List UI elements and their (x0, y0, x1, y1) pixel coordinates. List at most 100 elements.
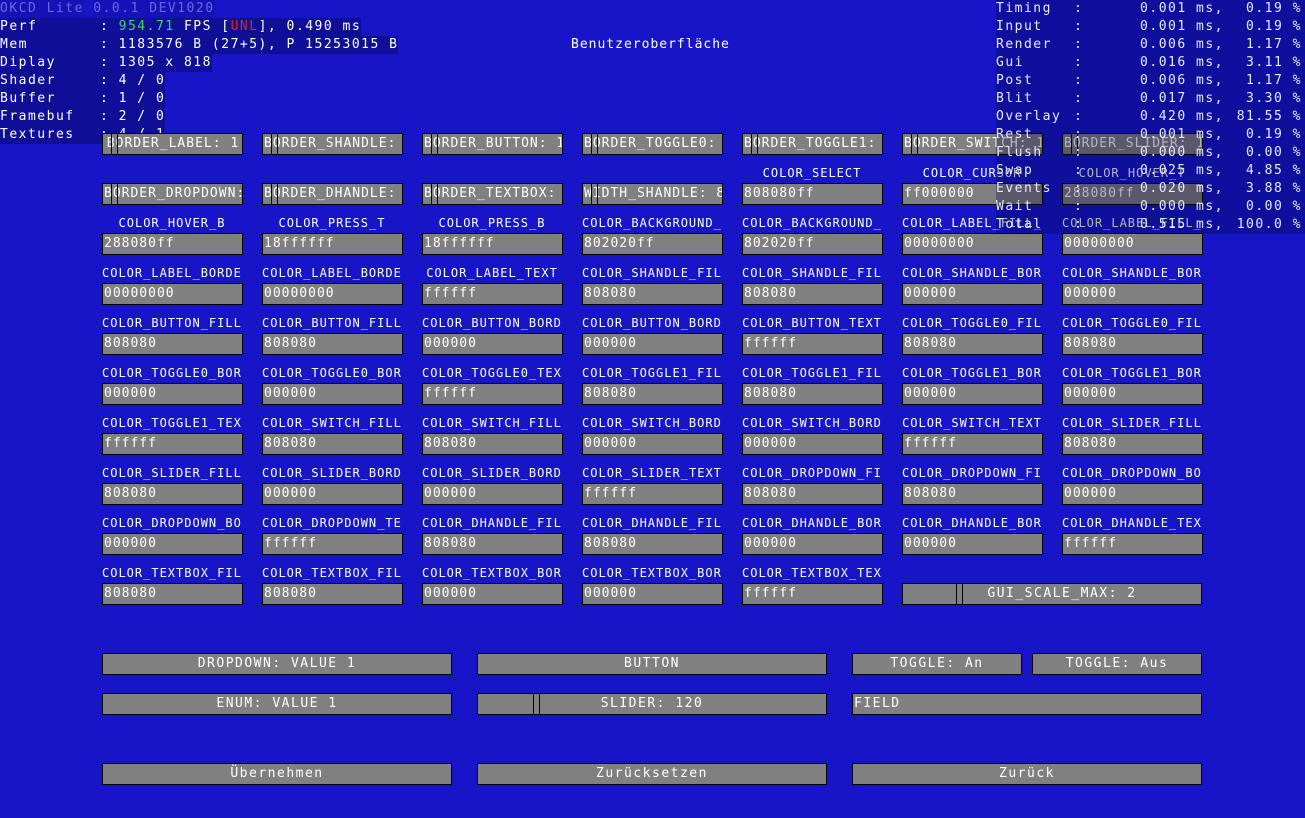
demo-slider[interactable]: SLIDER: 120 (477, 693, 827, 715)
setting-label: COLOR_BACKGROUND_B (742, 216, 882, 230)
setting-color-field[interactable]: 000000 (902, 283, 1043, 305)
setting-color-field[interactable]: 000000 (902, 383, 1043, 405)
slider-handle[interactable] (956, 584, 963, 604)
slider-handle[interactable] (271, 134, 278, 154)
setting-color-field[interactable]: 000000 (582, 583, 723, 605)
setting-color-field[interactable]: 808080 (262, 433, 403, 455)
timing-row: Timing: 0.001 ms, 0.19 % (996, 0, 1305, 18)
setting-color-field[interactable]: 00000000 (902, 233, 1043, 255)
setting-color-field[interactable]: 808080 (102, 483, 243, 505)
dropdown[interactable]: DROPDOWN: VALUE 1 (102, 653, 452, 675)
toggle-on[interactable]: TOGGLE: An (852, 653, 1022, 675)
setting-color-field[interactable]: ffffff (902, 433, 1043, 455)
setting-color-field[interactable]: 000000 (1062, 283, 1203, 305)
setting-slider[interactable]: BORDER_BUTTON: 1 (422, 133, 563, 155)
slider-handle[interactable] (911, 134, 918, 154)
slider-handle[interactable] (431, 184, 438, 204)
setting-color-field[interactable]: 000000 (422, 333, 563, 355)
toggle-off[interactable]: TOGGLE: Aus (1032, 653, 1202, 675)
setting-color-field[interactable]: 802020ff (582, 233, 723, 255)
setting-color-field[interactable]: 808080ff (742, 183, 883, 205)
setting-color-field[interactable]: 288080ff (102, 233, 243, 255)
setting-color-field[interactable]: 808080 (742, 383, 883, 405)
enum-selector[interactable]: ENUM: VALUE 1 (102, 693, 452, 715)
setting-slider[interactable]: BORDER_TEXTBOX: 1 (422, 183, 563, 205)
slider-handle[interactable] (533, 694, 540, 714)
setting-color-field[interactable]: 000000 (422, 583, 563, 605)
setting-color-field[interactable]: 000000 (102, 383, 243, 405)
setting-color-field[interactable]: 808080 (262, 583, 403, 605)
setting-color-field[interactable]: 808080 (1062, 433, 1203, 455)
timing-pct: 3.88 % (1246, 181, 1302, 196)
slider-handle[interactable] (431, 134, 438, 154)
setting-label: COLOR_SELECT (762, 166, 862, 180)
setting-color-field[interactable]: 808080 (262, 333, 403, 355)
back-button[interactable]: Zurück (852, 763, 1202, 785)
setting-color-field[interactable]: 000000 (742, 533, 883, 555)
setting-color-field[interactable]: 000000 (262, 383, 403, 405)
setting-color-field[interactable]: 808080 (102, 583, 243, 605)
setting-color-field[interactable]: 808080 (742, 483, 883, 505)
setting-slider[interactable]: BORDER_TOGGLE1: 1 (742, 133, 883, 155)
setting-color-field[interactable]: 808080 (742, 283, 883, 305)
setting-color-field[interactable]: 000000 (742, 433, 883, 455)
setting-color-field[interactable]: ffffff (742, 583, 883, 605)
slider-handle[interactable] (591, 134, 598, 154)
setting-color-field[interactable]: 000000 (902, 533, 1043, 555)
setting-color-field[interactable]: 000000 (1062, 483, 1203, 505)
slider-handle[interactable] (111, 134, 118, 154)
setting-color-field[interactable]: 18ffffff (262, 233, 403, 255)
setting-color-field[interactable]: 808080 (902, 483, 1043, 505)
slider-handle[interactable] (751, 134, 758, 154)
setting-color-field[interactable]: 808080 (422, 433, 563, 455)
timing-pct: 3.30 % (1246, 91, 1302, 106)
setting-color-field[interactable]: 808080 (582, 533, 723, 555)
setting-slider-label: BORDER_LABEL: 1 (106, 136, 240, 151)
setting-color-field[interactable]: ffffff (1062, 533, 1203, 555)
setting-label: COLOR_BUTTON_FILL_T (102, 316, 242, 330)
setting-color-field[interactable]: 00000000 (1062, 233, 1203, 255)
setting-color-field[interactable]: ffffff (742, 333, 883, 355)
setting-color-field[interactable]: 000000 (422, 483, 563, 505)
timing-row: Gui: 0.016 ms, 3.11 % (996, 54, 1305, 72)
setting-slider[interactable]: BORDER_SHANDLE: 1 (262, 133, 403, 155)
slider-handle[interactable] (271, 184, 278, 204)
setting-label: COLOR_TEXTBOX_BORDER_B (582, 566, 722, 580)
apply-button[interactable]: Übernehmen (102, 763, 452, 785)
setting-color-field[interactable]: 808080 (582, 283, 723, 305)
setting-color-field[interactable]: ffffff (262, 533, 403, 555)
setting-color-field[interactable]: 808080 (102, 333, 243, 355)
setting-label: COLOR_SLIDER_FILL_B (102, 466, 242, 480)
timing-colon: : (1074, 55, 1084, 70)
demo-button[interactable]: BUTTON (477, 653, 827, 675)
setting-color-field[interactable]: 802020ff (742, 233, 883, 255)
setting-slider[interactable]: BORDER_LABEL: 1 (102, 133, 243, 155)
setting-color-field[interactable]: 808080 (902, 333, 1043, 355)
timing-ms: 0.025 ms, (1140, 163, 1224, 178)
setting-color-field[interactable]: 00000000 (262, 283, 403, 305)
setting-color-field[interactable]: 000000 (582, 333, 723, 355)
setting-slider[interactable]: WIDTH_SHANDLE: 8 (582, 183, 723, 205)
setting-color-field[interactable]: ffffff (422, 283, 563, 305)
setting-color-field[interactable]: ffffff (102, 433, 243, 455)
reset-button[interactable]: Zurücksetzen (477, 763, 827, 785)
setting-color-field[interactable]: 00000000 (102, 283, 243, 305)
setting-slider[interactable]: BORDER_DROPDOWN: 1 (102, 183, 243, 205)
setting-slider[interactable]: BORDER_DHANDLE: 1 (262, 183, 403, 205)
text-field[interactable]: FIELD (852, 693, 1202, 715)
gui-scale-max-slider[interactable]: GUI_SCALE_MAX: 2 (902, 583, 1202, 605)
slider-handle[interactable] (591, 184, 598, 204)
setting-slider[interactable]: BORDER_TOGGLE0: 1 (582, 133, 723, 155)
setting-color-field[interactable]: ffffff (422, 383, 563, 405)
setting-color-field[interactable]: 000000 (1062, 383, 1203, 405)
timing-key: Timing (996, 1, 1052, 16)
setting-color-field[interactable]: 000000 (582, 433, 723, 455)
setting-color-field[interactable]: 808080 (422, 533, 563, 555)
setting-color-field[interactable]: 000000 (262, 483, 403, 505)
setting-color-field[interactable]: 808080 (582, 383, 723, 405)
slider-handle[interactable] (111, 184, 118, 204)
setting-color-field[interactable]: 808080 (1062, 333, 1203, 355)
setting-color-field[interactable]: 18ffffff (422, 233, 563, 255)
setting-color-field[interactable]: ffffff (582, 483, 723, 505)
setting-color-field[interactable]: 000000 (102, 533, 243, 555)
